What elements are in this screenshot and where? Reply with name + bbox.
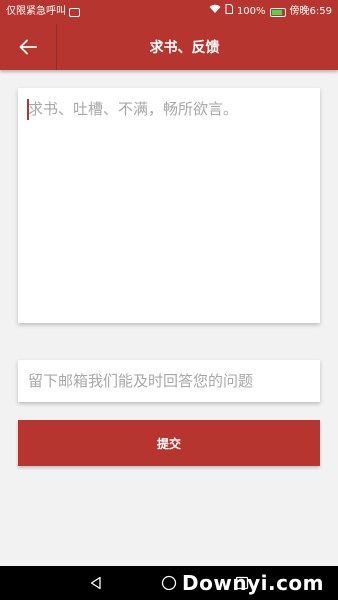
home-circle-icon (161, 575, 177, 591)
nav-back-button[interactable] (86, 573, 106, 593)
status-right: 100% 傍晚6:59 (209, 0, 332, 24)
status-bar: 仅限紧急呼叫 100% 傍晚6:59 (0, 0, 338, 24)
wifi-icon (209, 0, 221, 24)
status-text: 仅限紧急呼叫 (6, 6, 66, 17)
nav-home-button[interactable] (159, 573, 179, 593)
text-caret (27, 99, 29, 120)
email-box (18, 360, 320, 402)
back-button[interactable] (0, 24, 57, 70)
feedback-box (18, 88, 320, 323)
feedback-textarea[interactable] (28, 98, 310, 313)
battery-percent: 100% (236, 6, 266, 17)
sim-icon (225, 0, 233, 24)
watermark-text: Downyi.com (182, 571, 324, 595)
submit-button[interactable]: 提交 (18, 420, 320, 466)
arrow-left-icon (19, 39, 37, 55)
page-title: 求书、反馈 (149, 40, 220, 56)
battery-icon (269, 7, 286, 17)
sms-icon (69, 7, 80, 17)
status-time: 傍晚6:59 (289, 6, 332, 17)
back-triangle-icon (91, 576, 101, 590)
status-left: 仅限紧急呼叫 (6, 0, 80, 24)
app-bar: 求书、反馈 (0, 24, 338, 70)
email-input[interactable] (28, 372, 310, 390)
